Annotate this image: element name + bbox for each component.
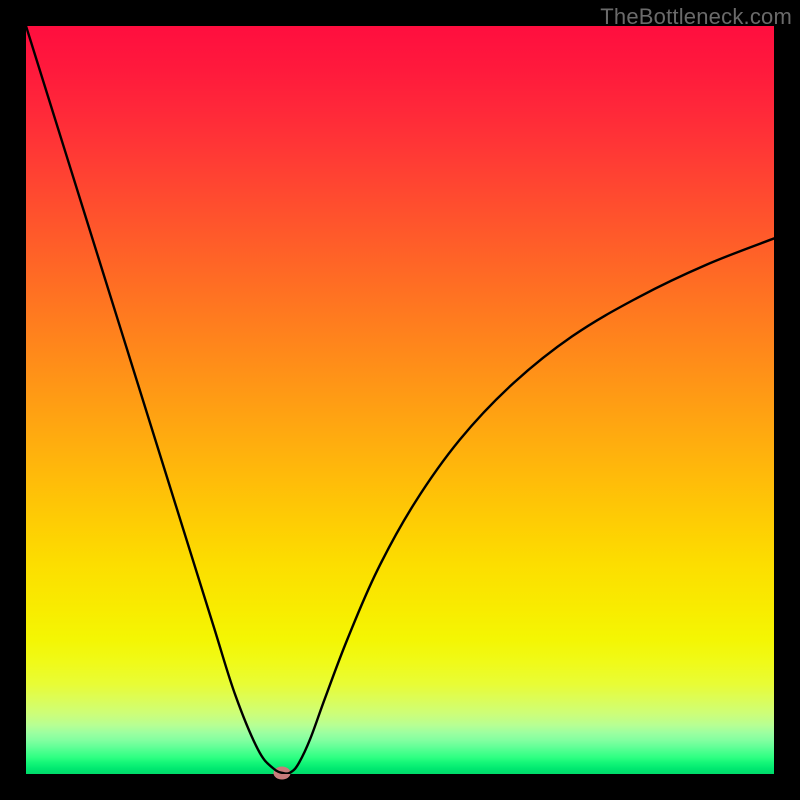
watermark-text: TheBottleneck.com (600, 4, 792, 30)
bottleneck-curve (26, 26, 774, 774)
plot-area (26, 26, 774, 774)
chart-frame: TheBottleneck.com (0, 0, 800, 800)
